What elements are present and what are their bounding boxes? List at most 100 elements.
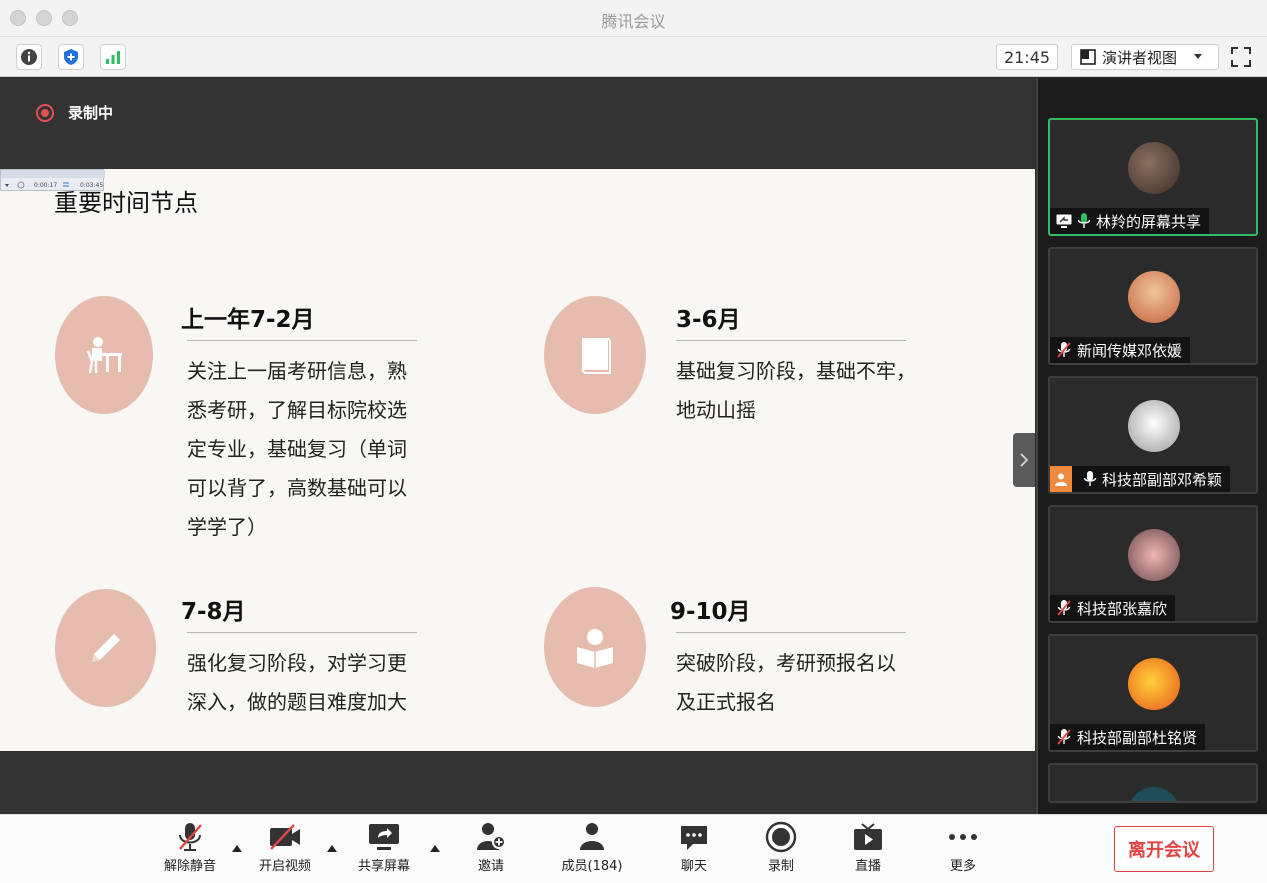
participant-tile[interactable]: 科技部副部杜铭贤 <box>1048 634 1258 752</box>
record-icon <box>765 821 797 853</box>
info-icon <box>21 49 37 65</box>
host-badge-icon <box>1050 466 1072 492</box>
add-person-icon <box>477 823 506 850</box>
network-status-button[interactable] <box>100 44 126 70</box>
caret-up-icon <box>232 844 242 852</box>
caret-up-icon <box>327 844 337 852</box>
microphone-icon <box>1077 213 1091 228</box>
leave-meeting-button[interactable]: 离开会议 <box>1114 826 1214 872</box>
block-2-heading: 3-6月 <box>676 307 741 333</box>
participant-name: 科技部副部邓希颖 <box>1102 470 1223 489</box>
pencil-circle <box>55 589 156 707</box>
live-stream-button[interactable]: 直播 <box>833 821 903 879</box>
shared-screen-stage: 录制中 0:00:17 0:03:45 重要时间节点 上一年7-2月 关注上一届… <box>0 78 1035 814</box>
share-options-caret[interactable] <box>430 843 440 853</box>
caret-up-icon <box>430 844 440 852</box>
participant-name: 新闻传媒邓依媛 <box>1077 341 1183 360</box>
block-4-body: 突破阶段，考研预报名以 及正式报名 <box>676 651 896 714</box>
participant-name-bar: 林羚的屏幕共享 <box>1050 208 1210 234</box>
security-button[interactable] <box>58 44 84 70</box>
book-circle <box>544 296 646 414</box>
slide-title: 重要时间节点 <box>54 189 198 217</box>
chevron-down-icon <box>1194 54 1203 59</box>
title-bar: 腾讯会议 <box>0 0 1267 37</box>
microphone-icon <box>1083 471 1097 486</box>
avatar <box>1128 787 1180 801</box>
participant-tile[interactable]: 新闻传媒邓依媛 <box>1048 247 1258 365</box>
view-mode-select[interactable]: 演讲者视图 <box>1071 44 1219 70</box>
microphone-muted-icon <box>1057 342 1071 358</box>
chat-icon <box>681 826 707 850</box>
participant-video-panel: 林羚的屏幕共享 新闻传媒邓依媛 科技部副部邓希颖 科技部张嘉欣 科技部副部杜铭贤 <box>1036 78 1267 814</box>
members-label: 成员(184) <box>561 859 623 874</box>
avatar <box>1128 529 1180 581</box>
start-video-label: 开启视频 <box>258 859 311 874</box>
block-3-heading: 7-8月 <box>181 599 246 625</box>
more-label: 更多 <box>949 859 976 874</box>
block-2-body: 基础复习阶段，基础不牢， 地动山摇 <box>676 359 916 422</box>
more-icon <box>949 834 977 840</box>
participant-name-bar: 科技部副部邓希颖 <box>1050 466 1231 492</box>
layout-icon <box>1080 49 1096 65</box>
unmute-button[interactable]: 解除静音 <box>155 821 225 879</box>
microphone-muted-icon <box>1057 600 1071 616</box>
participant-tile[interactable]: 科技部张嘉欣 <box>1048 505 1258 623</box>
reading-person-icon <box>577 629 613 668</box>
audio-options-caret[interactable] <box>232 843 242 853</box>
more-button[interactable]: 更多 <box>928 821 998 879</box>
reader-circle <box>544 587 646 707</box>
shield-icon <box>64 49 78 65</box>
book-icon <box>581 337 611 374</box>
live-stream-label: 直播 <box>854 859 881 874</box>
members-button[interactable]: 成员(184) <box>557 821 627 879</box>
members-icon <box>580 823 604 850</box>
camera-off-icon <box>270 824 300 850</box>
block-3-body: 强化复习阶段，对学习更 深入，做的题目难度加大 <box>187 651 407 714</box>
meeting-control-bar: 解除静音 开启视频 共享屏幕 邀请 成员(184) 聊天 录制 直播 更多 离开… <box>0 814 1267 883</box>
microphone-muted-icon <box>179 823 202 851</box>
screen-share-icon <box>1056 214 1072 228</box>
record-button[interactable]: 录制 <box>746 821 816 879</box>
pencil-icon <box>91 634 120 662</box>
participant-name: 科技部副部杜铭贤 <box>1077 728 1198 747</box>
block-1-heading: 上一年7-2月 <box>181 307 315 333</box>
participant-tile[interactable] <box>1048 763 1258 803</box>
video-options-caret[interactable] <box>327 843 337 853</box>
share-screen-icon <box>369 824 399 850</box>
chat-label: 聊天 <box>680 859 707 874</box>
unmute-label: 解除静音 <box>163 859 216 874</box>
signal-bars-icon <box>106 51 120 64</box>
invite-button[interactable]: 邀请 <box>456 821 526 879</box>
invite-label: 邀请 <box>477 859 504 874</box>
avatar <box>1128 400 1180 452</box>
block-4-heading: 9-10月 <box>670 599 751 625</box>
avatar <box>1128 271 1180 323</box>
block-3-divider <box>187 632 417 633</box>
participant-name-bar: 科技部张嘉欣 <box>1050 595 1176 621</box>
recording-indicator: 录制中 <box>36 102 113 123</box>
participant-tile[interactable]: 科技部副部邓希颖 <box>1048 376 1258 494</box>
block-1-divider <box>187 340 417 341</box>
fullscreen-button[interactable] <box>1228 44 1254 70</box>
participant-name: 科技部张嘉欣 <box>1077 599 1168 618</box>
window-title: 腾讯会议 <box>601 12 666 31</box>
participant-tile[interactable]: 林羚的屏幕共享 <box>1048 118 1258 236</box>
chevron-right-icon <box>1020 453 1029 467</box>
meeting-clock: 21:45 <box>996 44 1058 70</box>
collapse-panel-button[interactable] <box>1013 433 1035 487</box>
participant-name-bar: 科技部副部杜铭贤 <box>1050 724 1206 750</box>
microphone-muted-icon <box>1057 729 1071 745</box>
info-button[interactable] <box>16 44 42 70</box>
share-screen-label: 共享屏幕 <box>357 859 410 874</box>
fullscreen-icon <box>1231 47 1251 67</box>
chat-button[interactable]: 聊天 <box>659 821 729 879</box>
share-screen-button[interactable]: 共享屏幕 <box>349 821 419 879</box>
presentation-slide: 0:00:17 0:03:45 重要时间节点 上一年7-2月 关注上一届考研信息… <box>0 169 1035 751</box>
block-4-divider <box>676 632 906 633</box>
live-tv-icon <box>854 823 882 850</box>
student-desk-circle <box>55 296 153 414</box>
view-mode-label: 演讲者视图 <box>1102 48 1178 67</box>
start-video-button[interactable]: 开启视频 <box>250 821 320 879</box>
record-label: 录制 <box>767 859 794 874</box>
record-dot-icon <box>36 103 54 122</box>
